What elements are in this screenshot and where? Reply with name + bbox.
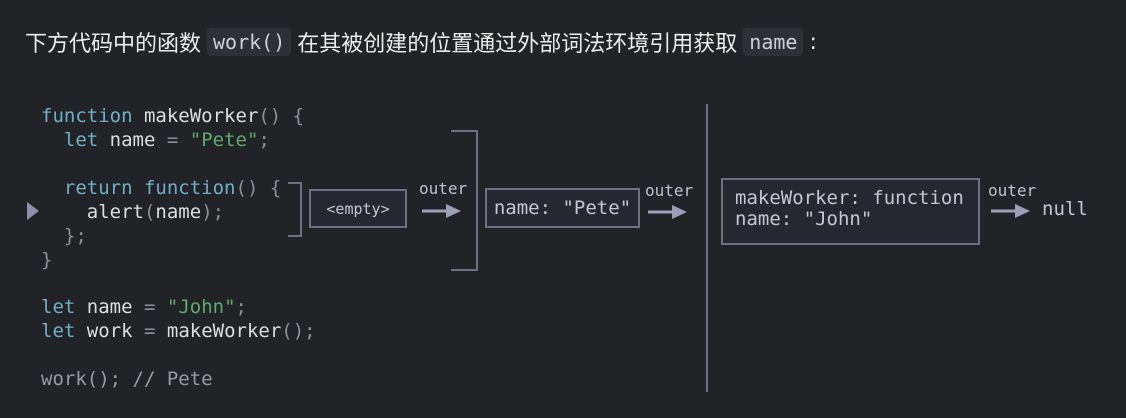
inner-function-bracket: [288, 182, 302, 237]
arrow-icon-1: [422, 204, 461, 218]
outer-label-3: outer: [988, 181, 1037, 200]
outer-label-2: outer: [645, 181, 694, 200]
outer-label-1: outer: [419, 179, 468, 198]
arrow-icon-3: [991, 204, 1030, 218]
makeworker-env-label: name: "Pete": [493, 197, 632, 219]
makeworker-env-box: name: "Pete": [485, 188, 640, 228]
empty-env-box: <empty>: [309, 189, 407, 228]
arrow-icon-2: [648, 205, 687, 219]
makeworker-bracket: [451, 130, 478, 271]
execution-pointer-icon: [27, 202, 39, 220]
empty-env-label: <empty>: [326, 199, 390, 218]
global-env-line-1: makeWorker: function: [735, 187, 964, 209]
null-label: null: [1042, 198, 1088, 220]
global-env-box: makeWorker: function name: "John": [721, 178, 980, 245]
global-env-line-2: name: "John": [735, 208, 873, 230]
